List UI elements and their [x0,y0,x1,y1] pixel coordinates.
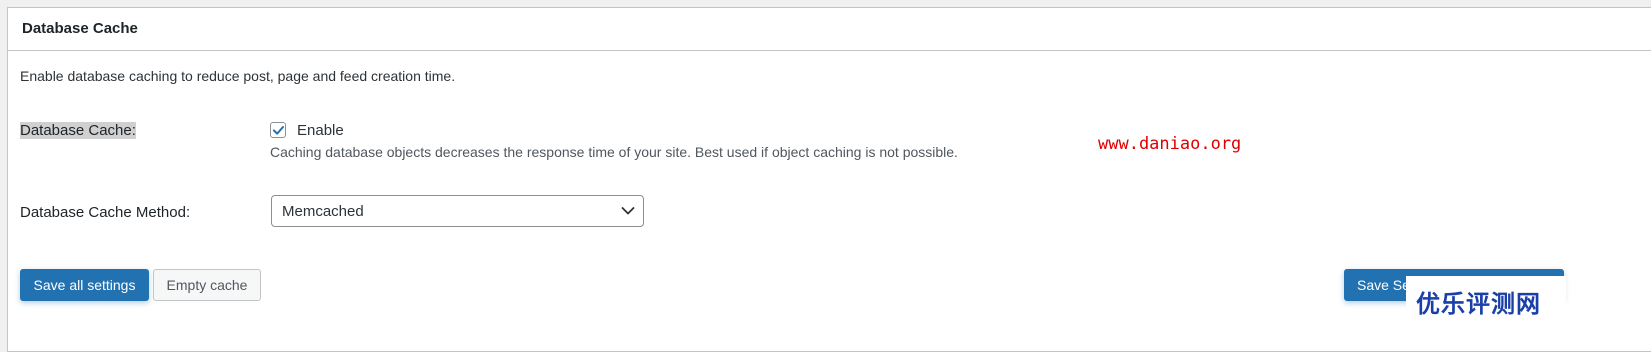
panel-header: Database Cache [8,8,1651,51]
cache-method-selected-value: Memcached [282,203,364,220]
database-cache-panel: Database Cache Enable database caching t… [7,7,1651,352]
panel-title: Database Cache [22,20,138,37]
enable-description: Caching database objects decreases the r… [270,144,958,160]
watermark-text: www.daniao.org [1098,134,1242,154]
cache-method-select[interactable]: Memcached [271,195,644,227]
enable-checkbox[interactable] [270,122,286,138]
enable-checkbox-label[interactable]: Enable [297,122,344,139]
chevron-down-icon [621,207,635,215]
save-all-settings-button[interactable]: Save all settings [20,269,149,301]
cache-method-label: Database Cache Method: [20,204,191,221]
site-logo-text: 优乐评测网 [1416,290,1541,318]
empty-cache-button[interactable]: Empty cache [153,269,261,301]
database-cache-label: Database Cache: [20,122,136,139]
checkmark-icon [273,126,284,135]
panel-intro: Enable database caching to reduce post, … [20,68,456,84]
site-logo: 优乐评测网 [1406,276,1566,334]
